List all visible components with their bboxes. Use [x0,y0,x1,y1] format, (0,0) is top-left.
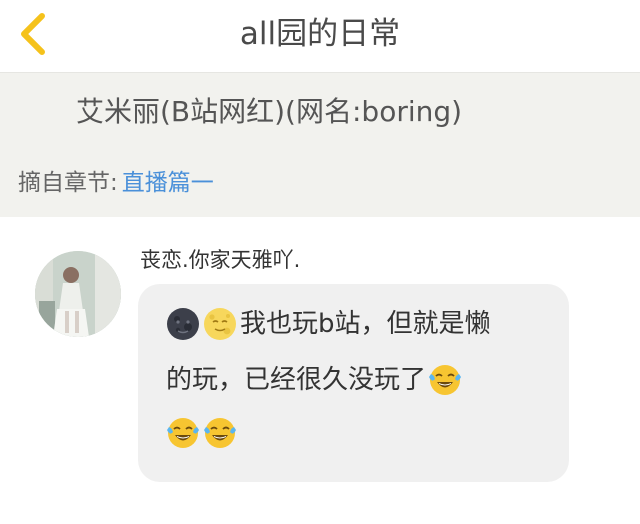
source-label: 摘自章节: [18,170,118,196]
message-line-2: 的玩，已经很久没玩了 [166,360,465,400]
header-bar: all园的日常 [0,0,640,73]
face-with-tears-of-joy-icon [166,416,200,450]
message-bubble: 我也玩b站，但就是懒 的玩，已经很久没玩了 [138,284,569,482]
comment-username[interactable]: 丧恋.你家天雅吖. [140,245,300,275]
face-with-tears-of-joy-icon [428,363,462,397]
page-title: all园的日常 [239,16,401,52]
message-text-line-2: 的玩，已经很久没玩了 [166,365,427,395]
comment-item: 丧恋.你家天雅吖. 我也玩b站，但就是懒 的玩，已经很久没玩了 [0,218,640,524]
chapter-link[interactable]: 直播篇一 [122,170,214,196]
full-moon-face-icon [203,307,237,341]
face-with-tears-of-joy-icon [203,416,237,450]
message-line-3 [166,416,240,450]
message-line-1: 我也玩b站，但就是懒 [166,304,491,344]
new-moon-face-icon [166,307,200,341]
message-text-line-1: 我也玩b站，但就是懒 [240,309,491,339]
avatar-image [35,251,121,337]
quote-panel: 艾米丽(B站网红)(网名:boring) 摘自章节: 直播篇一 [0,73,640,217]
quote-text: 艾米丽(B站网红)(网名:boring) [76,95,463,128]
avatar[interactable] [35,251,121,337]
source-row: 摘自章节: 直播篇一 [18,165,214,201]
